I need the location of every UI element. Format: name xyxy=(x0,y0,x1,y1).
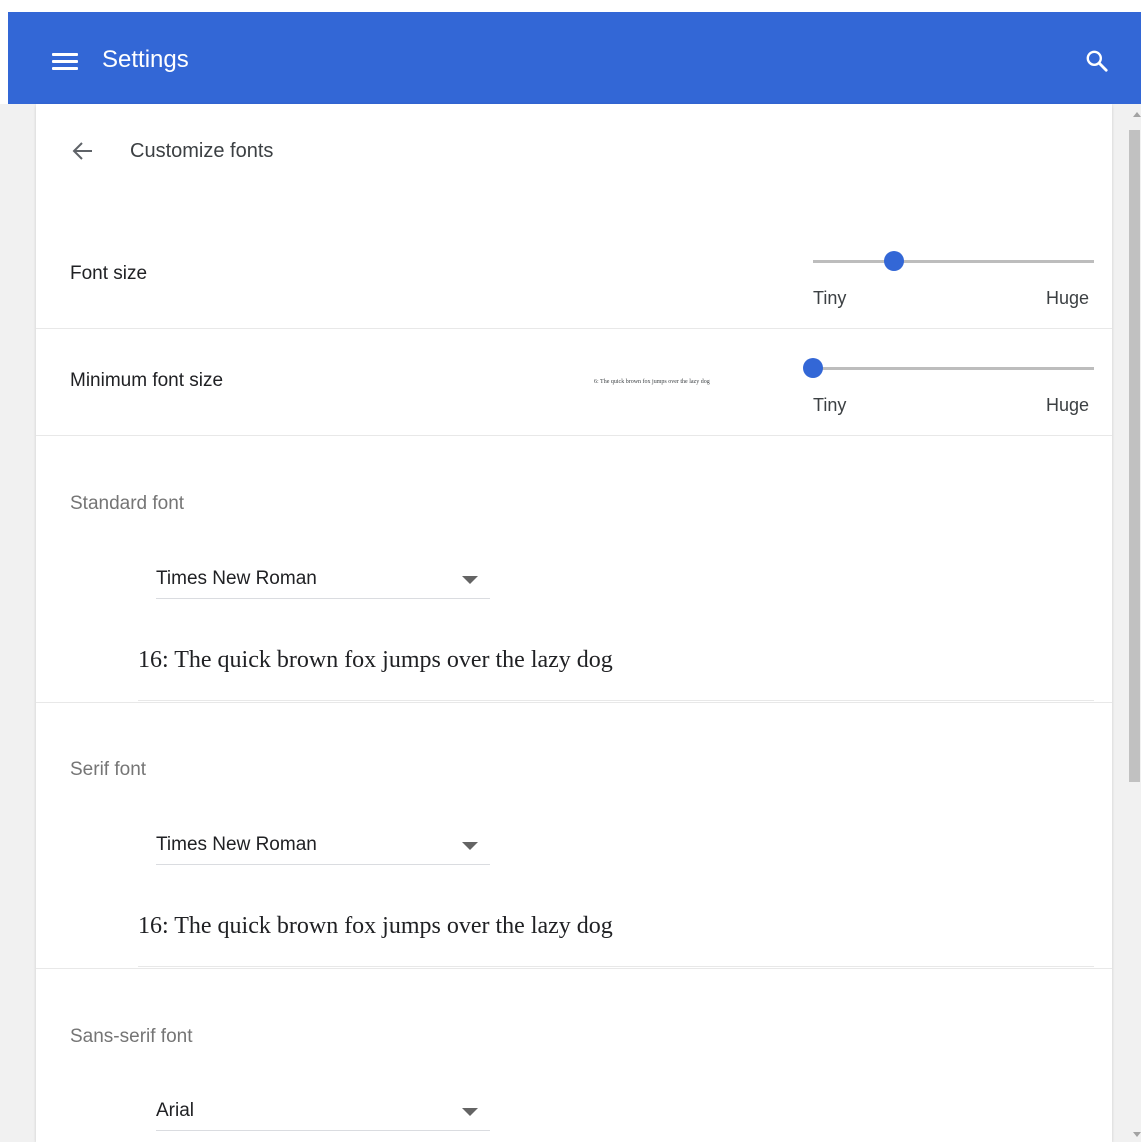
dropdown-arrow-icon xyxy=(462,842,478,850)
serif-font-sample: 16: The quick brown fox jumps over the l… xyxy=(138,913,613,939)
font-size-max-label: Huge xyxy=(1046,288,1090,308)
serif-font-select-value: Times New Roman xyxy=(156,834,317,855)
serif-font-select[interactable]: Times New Roman xyxy=(156,829,490,865)
serif-font-label: Serif font xyxy=(70,759,147,780)
font-size-slider-knob[interactable] xyxy=(884,251,904,271)
divider xyxy=(138,700,1094,701)
divider xyxy=(36,968,1112,969)
sans-serif-font-select-value: Arial xyxy=(156,1100,195,1121)
page-background-right xyxy=(1112,104,1126,1142)
standard-font-sample: 16: The quick brown fox jumps over the l… xyxy=(138,647,613,673)
scrollbar-thumb[interactable] xyxy=(1129,130,1140,782)
scroll-up-arrow-icon[interactable] xyxy=(1133,112,1141,117)
page-title: Customize fonts xyxy=(130,140,274,162)
standard-font-select[interactable]: Times New Roman xyxy=(156,563,490,599)
sans-serif-font-label: Sans-serif font xyxy=(70,1026,193,1047)
divider xyxy=(36,702,1112,703)
divider xyxy=(36,435,1112,436)
font-size-label: Font size xyxy=(70,263,148,284)
standard-font-label: Standard font xyxy=(70,493,185,514)
minimum-font-size-slider-knob[interactable] xyxy=(803,358,823,378)
font-size-slider-track xyxy=(813,260,1094,263)
minimum-font-size-sample: 6: The quick brown fox jumps over the la… xyxy=(594,379,710,385)
minimum-font-size-label: Minimum font size xyxy=(70,370,224,391)
minimum-font-size-max-label: Huge xyxy=(1046,395,1090,415)
menu-icon[interactable] xyxy=(52,53,78,71)
minimum-font-size-slider-track xyxy=(813,367,1094,370)
toolbar-title: Settings xyxy=(102,46,189,73)
font-size-min-label: Tiny xyxy=(813,288,847,308)
arrow-back-icon[interactable] xyxy=(66,134,100,168)
scroll-down-arrow-icon[interactable] xyxy=(1133,1132,1141,1137)
minimum-font-size-slider[interactable] xyxy=(803,357,1094,381)
standard-font-select-value: Times New Roman xyxy=(156,568,317,589)
minimum-font-size-min-label: Tiny xyxy=(813,395,847,415)
app-toolbar: Settings xyxy=(8,12,1141,104)
font-size-slider[interactable] xyxy=(813,250,1094,274)
divider xyxy=(36,328,1112,329)
search-icon[interactable] xyxy=(1084,48,1110,74)
page-background-left xyxy=(0,104,36,1142)
dropdown-arrow-icon xyxy=(462,576,478,584)
sans-serif-font-select[interactable]: Arial xyxy=(156,1095,490,1131)
divider xyxy=(138,966,1094,967)
dropdown-arrow-icon xyxy=(462,1108,478,1116)
